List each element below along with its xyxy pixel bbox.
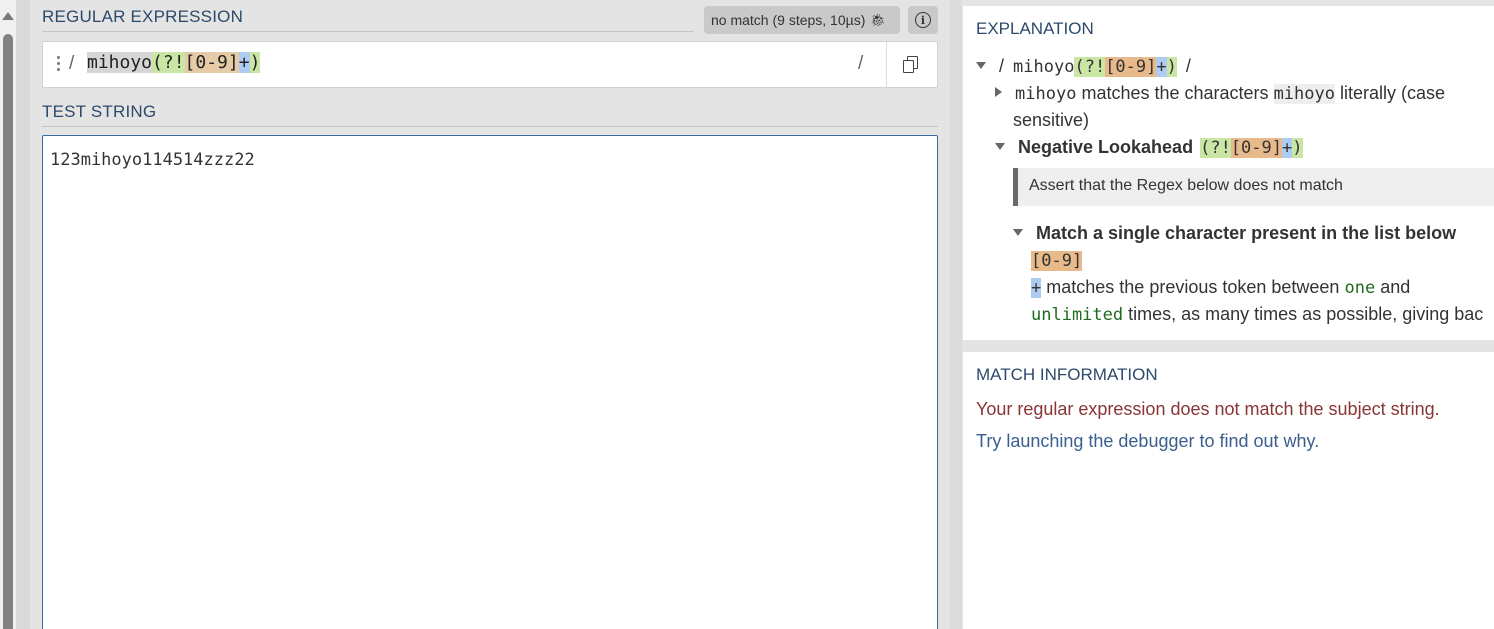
regex-open-delimiter: /: [69, 53, 75, 74]
regex-group-close: ): [249, 52, 261, 73]
literal-node-line2: sensitive): [1013, 110, 1090, 130]
lookahead-quantifier: +: [1282, 138, 1293, 158]
editor-panel: REGULAR EXPRESSION no match (9 steps, 10…: [30, 0, 950, 629]
quantifier-description: + matches the previous token between one…: [1031, 277, 1410, 298]
regex-literal: mihoyo: [87, 52, 153, 73]
copy-icon[interactable]: [903, 56, 919, 74]
quantifier-token: +: [1031, 278, 1042, 298]
test-section-title: TEST STRING: [42, 102, 157, 121]
panel-divider[interactable]: [950, 0, 962, 629]
quantifier-word-one: one: [1344, 278, 1376, 298]
match-information-card: MATCH INFORMATION Your regular expressio…: [963, 352, 1494, 629]
quantifier-text-2: times, as many times as possible, giving…: [1128, 304, 1484, 324]
scroll-up-arrow-icon[interactable]: [2, 12, 14, 20]
regex-pattern[interactable]: mihoyo(?![0-9]+): [87, 52, 261, 73]
root-group-open: (?!: [1074, 57, 1106, 77]
root-delim-open: /: [999, 56, 1005, 76]
explanation-card: EXPLANATION / mihoyo(?![0-9]+) / mihoyo …: [963, 6, 1494, 340]
match-status-text: no match (9 steps, 10µs): [711, 12, 866, 28]
explanation-title: EXPLANATION: [976, 19, 1094, 38]
collapse-arrow-icon[interactable]: [995, 143, 1005, 150]
regex-input[interactable]: / mihoyo(?![0-9]+) /: [42, 41, 938, 88]
root-literal: mihoyo: [1013, 57, 1075, 77]
lookahead-group-open: (?!: [1200, 138, 1231, 158]
quantifier-description-line2: unlimited times, as many times as possib…: [1031, 304, 1483, 325]
root-group-close: ): [1166, 57, 1177, 77]
match-status-badge[interactable]: no match (9 steps, 10µs) 🐞︎: [704, 6, 900, 34]
root-delim-close: /: [1185, 56, 1191, 76]
quantifier-text-1: matches the previous token between: [1046, 277, 1340, 297]
debugger-link[interactable]: Try launching the debugger to find out w…: [976, 431, 1319, 452]
collapse-arrow-icon[interactable]: [1013, 229, 1023, 236]
literal-node[interactable]: mihoyo matches the characters mihoyo lit…: [995, 83, 1445, 104]
test-string-textarea[interactable]: 123mihoyo114514zzz22: [42, 135, 938, 629]
info-button[interactable]: i: [908, 6, 938, 34]
info-icon: i: [915, 12, 931, 28]
class-node-token: [0-9]: [1031, 251, 1083, 271]
regex-close-delimiter[interactable]: /: [858, 53, 863, 75]
expand-arrow-icon[interactable]: [995, 87, 1002, 97]
lookahead-group-close: ): [1292, 138, 1303, 158]
gutter: [16, 0, 30, 629]
root-class: [0-9]: [1105, 57, 1157, 77]
regex-group-open: (?!: [152, 52, 185, 73]
root-quantifier: +: [1156, 57, 1167, 77]
assert-note: Assert that the Regex below does not mat…: [1013, 168, 1494, 206]
literal-text-before: matches the characters: [1081, 83, 1269, 103]
match-information-title: MATCH INFORMATION: [976, 365, 1158, 384]
copy-divider: [886, 42, 887, 87]
collapse-arrow-icon[interactable]: [976, 62, 986, 69]
class-node[interactable]: Match a single character present in the …: [1013, 223, 1456, 244]
literal-text-after: literally (case: [1340, 83, 1446, 103]
regex-quantifier: +: [238, 52, 250, 73]
lookahead-class: [0-9]: [1230, 138, 1282, 158]
literal-token: mihoyo: [1015, 84, 1077, 104]
regex-section-title: REGULAR EXPRESSION: [42, 7, 244, 26]
bug-icon[interactable]: 🐞︎: [870, 13, 885, 27]
lookahead-heading: Negative Lookahead: [1018, 137, 1194, 157]
class-node-heading: Match a single character present in the …: [1036, 223, 1457, 243]
lookahead-node[interactable]: Negative Lookahead (?![0-9]+): [995, 137, 1303, 158]
left-scrollbar[interactable]: [0, 0, 16, 629]
quantifier-word-unlimited: unlimited: [1031, 305, 1124, 325]
scroll-thumb[interactable]: [3, 34, 13, 629]
explanation-root-row[interactable]: / mihoyo(?![0-9]+) /: [976, 56, 1191, 77]
literal-code: mihoyo: [1273, 84, 1335, 104]
class-node-token-row: [0-9]: [1031, 250, 1083, 271]
regex-section-divider: [42, 31, 694, 32]
drag-handle-icon[interactable]: [57, 56, 61, 74]
regex-class: [0-9]: [184, 52, 239, 73]
quantifier-text-and: and: [1380, 277, 1411, 297]
no-match-message: Your regular expression does not match t…: [976, 399, 1440, 419]
test-string-value[interactable]: 123mihoyo114514zzz22: [50, 150, 255, 170]
test-section-divider: [42, 126, 938, 127]
